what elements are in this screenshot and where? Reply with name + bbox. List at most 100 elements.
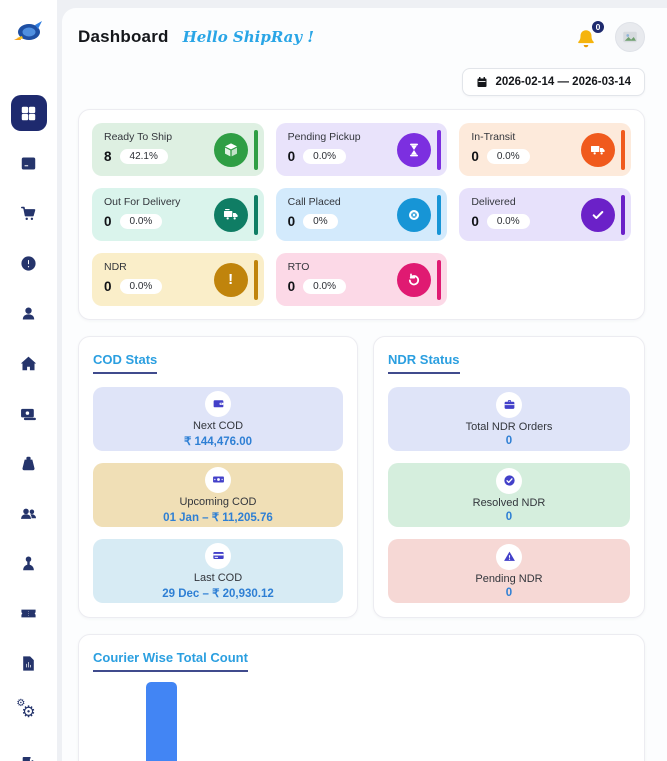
sidebar-item-package-box[interactable]	[11, 145, 47, 181]
sidebar-item-warehouse[interactable]	[11, 345, 47, 381]
package-icon	[213, 132, 248, 167]
status-value: 0	[287, 149, 296, 164]
accent-bar	[253, 259, 258, 300]
sidebar-item-team[interactable]	[11, 495, 47, 531]
notifications-button[interactable]: 0	[575, 20, 605, 50]
main-panel: Dashboard Hello ShipRay ! 0 2026-02-14 —…	[62, 8, 667, 761]
accent-bar	[621, 194, 625, 235]
total-ndr-orders-card[interactable]: Total NDR Orders 0	[388, 387, 630, 451]
credit-card-icon	[205, 542, 231, 569]
header: Dashboard Hello ShipRay ! 0	[78, 20, 645, 52]
date-range-picker[interactable]: 2026-02-14 — 2026-03-14	[462, 68, 645, 96]
shipray-logo[interactable]	[11, 13, 47, 49]
status-percent-badge: 0.0%	[303, 279, 346, 294]
accent-bar	[437, 129, 442, 170]
delivery-truck-icon	[213, 197, 248, 232]
sidebar-nav: ⚙ ⚙	[10, 95, 47, 761]
hourglass-icon	[397, 132, 432, 167]
courier-bar-chart	[93, 682, 630, 761]
undo-icon	[397, 262, 432, 297]
status-card-rto[interactable]: RTO 0 0.0%	[275, 253, 448, 306]
cart-icon	[20, 206, 36, 220]
status-percent-badge: 0.0%	[119, 279, 163, 294]
truck-icon	[581, 132, 615, 167]
sidebar-item-tickets[interactable]	[11, 595, 47, 631]
logout-icon	[22, 756, 35, 761]
check-circle-icon	[496, 467, 522, 494]
status-card-pending-pickup[interactable]: Pending Pickup 0 0.0%	[275, 123, 448, 176]
status-value: 0	[104, 214, 112, 229]
status-percent-badge: 0.0%	[486, 149, 530, 164]
cod-stats-panel: COD Stats Next COD ₹ 144,476.00 Upcoming…	[78, 336, 358, 618]
status-cards-panel: Ready To Ship 8 42.1% Pending Pickup 0 0…	[78, 109, 645, 320]
sidebar-item-logout[interactable]	[11, 745, 47, 761]
status-card-in-transit[interactable]: In-Transit 0 0.0%	[459, 123, 631, 176]
status-value: 0	[471, 214, 479, 229]
briefcase-icon	[496, 391, 522, 418]
banknote-icon	[205, 466, 231, 493]
date-range-value: 2026-02-14 — 2026-03-14	[495, 76, 631, 88]
status-value: 0	[104, 279, 112, 294]
wallet-icon	[205, 390, 231, 417]
weight-icon	[22, 456, 35, 470]
status-card-out-for-delivery[interactable]: Out For Delivery 0 0.0%	[92, 188, 264, 241]
alert-circle-icon	[21, 255, 36, 271]
cash-icon	[21, 408, 36, 420]
page-title: Dashboard	[78, 27, 169, 46]
check-icon	[581, 197, 615, 232]
calendar-icon	[477, 77, 487, 87]
status-value: 0	[287, 214, 296, 229]
gear-icon: ⚙ ⚙	[16, 698, 36, 721]
sidebar-item-cart[interactable]	[11, 195, 47, 231]
greeting-text: Hello ShipRay !	[182, 28, 314, 46]
accent-bar	[437, 259, 442, 300]
sidebar-item-reports[interactable]	[11, 645, 47, 681]
user-avatar[interactable]	[615, 22, 645, 52]
last-cod-card[interactable]: Last COD 29 Dec – ₹ 20,930.12	[93, 539, 343, 603]
status-value: 0	[287, 279, 296, 294]
sidebar-item-payments[interactable]	[11, 395, 47, 431]
status-card-ndr[interactable]: NDR 0 0.0% !	[92, 253, 264, 306]
courier-chart-panel: Courier Wise Total Count	[78, 634, 645, 761]
sidebar-item-customers[interactable]	[11, 295, 47, 331]
status-value: 0	[471, 149, 479, 164]
sidebar-item-pickup-location[interactable]	[11, 545, 47, 581]
pending-ndr-card[interactable]: Pending NDR 0	[388, 539, 630, 603]
resolved-ndr-card[interactable]: Resolved NDR 0	[388, 463, 630, 527]
next-cod-card[interactable]: Next COD ₹ 144,476.00	[93, 387, 343, 451]
courier-chart-heading: Courier Wise Total Count	[93, 650, 248, 672]
sidebar-item-settings[interactable]: ⚙ ⚙	[11, 695, 47, 731]
status-percent-badge: 0.0%	[303, 149, 346, 164]
chart-bar	[146, 682, 177, 761]
photo-icon	[623, 31, 637, 43]
warning-icon	[496, 543, 522, 570]
notification-badge: 0	[591, 20, 605, 34]
accent-bar	[253, 129, 258, 170]
status-percent-badge: 0.0%	[119, 214, 163, 229]
home-icon	[20, 356, 37, 370]
users-icon	[21, 508, 36, 519]
user-pin-icon	[23, 555, 34, 570]
exclamation-icon: !	[213, 262, 248, 297]
status-value: 8	[104, 149, 112, 164]
ndr-status-panel: NDR Status Total NDR Orders 0 Resolved N…	[373, 336, 645, 618]
user-icon	[22, 306, 35, 320]
status-percent-badge: 42.1%	[119, 149, 168, 164]
cod-stats-heading: COD Stats	[93, 352, 158, 374]
grid-icon	[21, 106, 36, 120]
status-percent-badge: 0.0%	[486, 214, 530, 229]
accent-bar	[437, 194, 442, 235]
status-percent-badge: 0%	[303, 214, 338, 229]
report-file-icon	[23, 655, 34, 671]
sidebar-item-weight[interactable]	[11, 445, 47, 481]
status-card-ready-to-ship[interactable]: Ready To Ship 8 42.1%	[92, 123, 264, 176]
call-x-icon	[397, 197, 432, 232]
sidebar-item-alerts[interactable]	[11, 245, 47, 281]
upcoming-cod-card[interactable]: Upcoming COD 01 Jan – ₹ 11,205.76	[93, 463, 343, 527]
sidebar-item-dashboard[interactable]	[10, 95, 47, 131]
status-card-delivered[interactable]: Delivered 0 0.0%	[459, 188, 631, 241]
ndr-status-heading: NDR Status	[388, 352, 460, 374]
ticket-icon	[21, 609, 36, 617]
accent-bar	[621, 129, 625, 170]
status-card-call-placed[interactable]: Call Placed 0 0%	[275, 188, 448, 241]
